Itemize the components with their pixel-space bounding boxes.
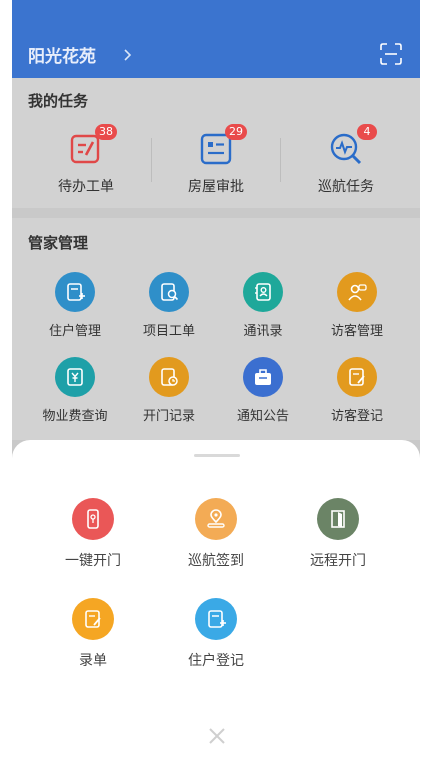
top-header: 阳光花苑 xyxy=(12,0,420,78)
grid-item-notice[interactable]: 通知公告 xyxy=(212,357,314,424)
grid-item-visitor-register[interactable]: 访客登记 xyxy=(306,357,408,424)
contacts-icon xyxy=(243,272,283,312)
one-key-open-icon xyxy=(72,498,114,540)
grid-item-resident-manage[interactable]: 住户管理 xyxy=(24,272,126,339)
action-one-key-open[interactable]: 一键开门 xyxy=(28,498,158,570)
action-label: 录单 xyxy=(79,653,107,669)
visitor-manage-icon xyxy=(337,272,377,312)
grid-item-project-order[interactable]: 项目工单 xyxy=(118,272,220,339)
task-patrol[interactable]: 4 巡航任务 xyxy=(278,124,414,196)
steward-title: 管家管理 xyxy=(28,234,89,252)
app-screen: 阳光花苑 我的任务 38 待办工单 29 房屋审批 4 巡航任务 管家管理 住户… xyxy=(12,0,420,768)
task-label: 巡航任务 xyxy=(318,179,374,195)
my-tasks-section: 我的任务 38 待办工单 29 房屋审批 4 巡航任务 xyxy=(12,78,420,208)
action-label: 住户登记 xyxy=(188,653,244,669)
resident-register-icon xyxy=(195,598,237,640)
task-label: 待办工单 xyxy=(58,179,114,195)
action-record-order[interactable]: 录单 xyxy=(28,598,158,670)
action-label: 远程开门 xyxy=(310,553,366,569)
task-label: 房屋审批 xyxy=(188,179,244,195)
community-selector[interactable]: 阳光花苑 xyxy=(28,42,134,67)
visitor-register-icon xyxy=(337,357,377,397)
action-label: 巡航签到 xyxy=(188,553,244,569)
action-remote-open[interactable]: 远程开门 xyxy=(273,498,403,570)
task-badge: 38 xyxy=(95,124,117,140)
grid-label: 访客登记 xyxy=(330,409,383,424)
steward-section: 管家管理 住户管理 项目工单 通讯录 访客管理 物业费查询 开门记录 通知公告 … xyxy=(12,218,420,440)
task-badge: 4 xyxy=(357,124,377,140)
record-order-icon xyxy=(72,598,114,640)
scan-icon[interactable] xyxy=(380,43,402,65)
task-badge: 29 xyxy=(225,124,247,140)
grid-label: 访客管理 xyxy=(330,324,383,339)
patrol-checkin-icon xyxy=(195,498,237,540)
grid-label: 物业费查询 xyxy=(42,409,108,424)
task-house-approval[interactable]: 29 房屋审批 xyxy=(148,124,284,196)
property-fee-icon xyxy=(55,357,95,397)
task-pending-orders[interactable]: 38 待办工单 xyxy=(18,124,154,196)
close-icon[interactable] xyxy=(205,724,229,748)
grid-label: 开门记录 xyxy=(142,409,195,424)
quick-actions-sheet: 一键开门 巡航签到 远程开门 录单 住户登记 xyxy=(12,440,420,768)
grid-item-visitor-manage[interactable]: 访客管理 xyxy=(306,272,408,339)
action-patrol-checkin[interactable]: 巡航签到 xyxy=(151,498,281,570)
community-name: 阳光花苑 xyxy=(28,47,96,67)
sheet-drag-handle[interactable] xyxy=(194,454,240,457)
chevron-right-icon xyxy=(124,48,132,61)
notice-icon xyxy=(243,357,283,397)
grid-item-contacts[interactable]: 通讯录 xyxy=(212,272,314,339)
action-resident-register[interactable]: 住户登记 xyxy=(151,598,281,670)
resident-manage-icon xyxy=(55,272,95,312)
action-label: 一键开门 xyxy=(65,553,121,569)
grid-label: 通知公告 xyxy=(236,409,289,424)
door-record-icon xyxy=(149,357,189,397)
grid-label: 项目工单 xyxy=(142,324,195,339)
remote-open-icon xyxy=(317,498,359,540)
project-order-icon xyxy=(149,272,189,312)
grid-label: 住户管理 xyxy=(48,324,101,339)
grid-item-property-fee[interactable]: 物业费查询 xyxy=(24,357,126,424)
grid-label: 通讯录 xyxy=(243,324,283,339)
grid-item-door-record[interactable]: 开门记录 xyxy=(118,357,220,424)
my-tasks-title: 我的任务 xyxy=(28,92,89,110)
